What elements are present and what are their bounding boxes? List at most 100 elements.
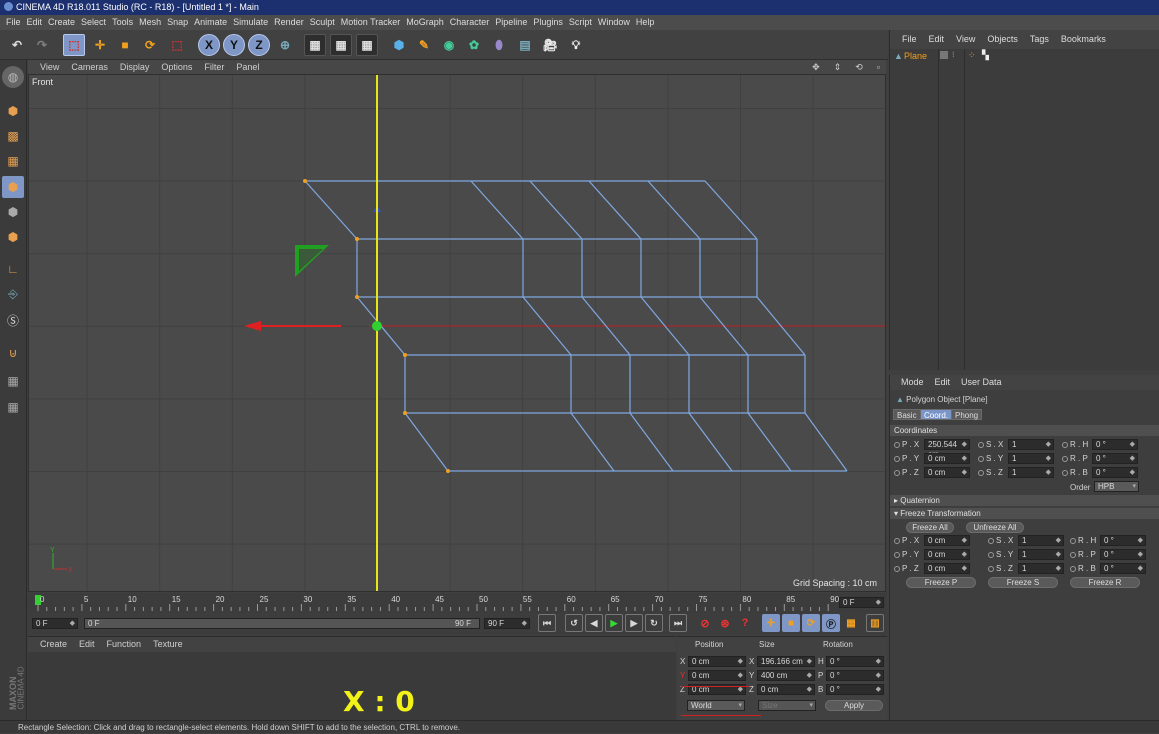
key-rotation-button[interactable]: ⟳ <box>802 614 820 632</box>
rotation-field[interactable]: 0 ° ◆ <box>826 656 884 667</box>
position-field[interactable]: 0 cm ◆ <box>688 670 746 681</box>
r-value-field[interactable]: 0 ° ◆ <box>1100 549 1146 560</box>
timeline-ruler[interactable]: 0 5 10 15 20 25 30 35 40 45 50 55 60 65 70 75 80 85 90 0 F… <box>28 593 886 613</box>
tab-coord[interactable]: Coord. <box>920 409 953 420</box>
rotation-field[interactable]: 0 ° ◆ <box>826 670 884 681</box>
coordinate-system-dropdown[interactable]: World ▾ <box>687 700 745 711</box>
s-value-field[interactable]: 1 ◆ <box>1008 453 1054 464</box>
freeze-all-button[interactable]: Freeze All <box>906 522 954 533</box>
apply-button[interactable]: Apply <box>825 700 883 711</box>
render-view-button[interactable]: ▦ <box>304 34 326 56</box>
go-to-end-button[interactable]: ⏭︎ <box>669 614 687 632</box>
key-parameter-button[interactable]: Ⓟ <box>822 614 840 632</box>
go-to-start-button[interactable]: ⏮︎ <box>538 614 556 632</box>
tab-phong[interactable]: Phong <box>951 409 983 420</box>
x-axis-lock-button[interactable]: X <box>198 34 220 56</box>
menu-snap[interactable]: Snap <box>167 17 188 27</box>
record-button[interactable]: ⊘ <box>696 614 714 632</box>
viewport-menu-options[interactable]: Options <box>161 62 192 72</box>
rotate-tool-button[interactable]: ⟳ <box>139 34 161 56</box>
freeze-transformation-header[interactable]: ▾ Freeze Transformation <box>890 508 1159 519</box>
freeze-p-button[interactable]: Freeze P <box>906 577 976 588</box>
snap-button[interactable]: ⊍ <box>2 342 24 364</box>
menu-create[interactable]: Create <box>48 17 75 27</box>
key-scale-button[interactable]: ■ <box>782 614 800 632</box>
planar-workplane-button[interactable]: ▦ <box>2 396 24 418</box>
menu-file[interactable]: File <box>6 17 21 27</box>
visibility-toggle[interactable] <box>940 51 948 59</box>
unfreeze-all-button[interactable]: Unfreeze All <box>966 522 1024 533</box>
p-value-field[interactable]: 0 cm ◆ <box>924 549 970 560</box>
end-frame-field[interactable]: 0 F ◆ <box>839 597 884 608</box>
menu-mograph[interactable]: MoGraph <box>406 17 444 27</box>
size-mode-dropdown[interactable]: Size ▾ <box>758 700 816 711</box>
menu-select[interactable]: Select <box>81 17 106 27</box>
workplane-lock-button[interactable]: ▦ <box>2 370 24 392</box>
current-frame-field[interactable]: 0 F ◆ <box>32 618 78 629</box>
viewport-menu-display[interactable]: Display <box>120 62 150 72</box>
menu-tools[interactable]: Tools <box>112 17 133 27</box>
s-value-field[interactable]: 1 ◆ <box>1018 563 1064 574</box>
edges-mode-button[interactable]: ⬢ <box>2 201 24 223</box>
orbit-icon[interactable]: ⟲ <box>855 62 865 72</box>
freeze-r-button[interactable]: Freeze R <box>1070 577 1140 588</box>
add-light-button[interactable]: 💡︎ <box>565 34 587 56</box>
material-menu-texture[interactable]: Texture <box>153 639 183 649</box>
r-value-field[interactable]: 0 ° ◆ <box>1092 467 1138 478</box>
viewport-menu-filter[interactable]: Filter <box>204 62 224 72</box>
s-value-field[interactable]: 1 ◆ <box>1018 549 1064 560</box>
maximize-icon[interactable]: ▫ <box>877 62 882 72</box>
preview-range-slider[interactable]: 0 F 90 F <box>84 618 480 629</box>
p-value-field[interactable]: 0 cm ◆ <box>924 467 970 478</box>
add-deformer-button[interactable]: ⬮ <box>488 34 510 56</box>
viewport-menu-panel[interactable]: Panel <box>236 62 259 72</box>
object-menu-edit[interactable]: Edit <box>929 34 945 44</box>
menu-window[interactable]: Window <box>598 17 630 27</box>
p-value-field[interactable]: 250.544 cm◆ <box>924 439 970 459</box>
move-tool-button[interactable]: ✛ <box>89 34 111 56</box>
pan-icon[interactable]: ✥ <box>812 62 822 72</box>
polygons-mode-button[interactable]: ⬢ <box>2 226 24 248</box>
object-menu-bookmarks[interactable]: Bookmarks <box>1061 34 1106 44</box>
rotation-order-dropdown[interactable]: HPB ▾ <box>1094 481 1139 492</box>
key-pla-button[interactable]: ▦ <box>842 614 860 632</box>
position-field[interactable]: 0 cm ◆ <box>688 656 746 667</box>
front-viewport[interactable]: Front Y X Grid Spacing: 10 cm <box>28 74 886 592</box>
render-picture-viewer-button[interactable]: ▦ <box>330 34 352 56</box>
enable-toggle[interactable]: ⁝ <box>952 50 955 59</box>
z-axis-lock-button[interactable]: Z <box>248 34 270 56</box>
object-menu-objects[interactable]: Objects <box>987 34 1018 44</box>
menu-character[interactable]: Character <box>450 17 490 27</box>
r-value-field[interactable]: 0 ° ◆ <box>1100 563 1146 574</box>
previous-frame-button[interactable]: ◀ <box>585 614 603 632</box>
points-mode-button[interactable]: ⬢ <box>2 176 24 198</box>
y-axis-lock-button[interactable]: Y <box>223 34 245 56</box>
add-spline-button[interactable]: ✎ <box>413 34 435 56</box>
viewport-menu-cameras[interactable]: Cameras <box>71 62 108 72</box>
menu-render[interactable]: Render <box>274 17 304 27</box>
x-axis-arrow-icon[interactable] <box>244 321 261 331</box>
timeline-menu-button[interactable]: ▥ <box>866 614 884 632</box>
play-button[interactable]: ▶ <box>605 614 623 632</box>
texture-tag-icon[interactable]: ▚ <box>982 50 989 61</box>
previous-key-button[interactable]: ↺ <box>565 614 583 632</box>
undo-button[interactable]: ↶ <box>6 34 28 56</box>
scale-tool-button[interactable]: ■ <box>114 34 136 56</box>
add-nurbs-button[interactable]: ◉ <box>438 34 460 56</box>
model-mode-button[interactable]: ⬢ <box>2 100 24 122</box>
next-frame-button[interactable]: ▶ <box>625 614 643 632</box>
workplane-mode-button[interactable]: ▦ <box>2 150 24 172</box>
redo-button[interactable]: ↷ <box>31 34 53 56</box>
max-frame-field[interactable]: 90 F ◆ <box>484 618 530 629</box>
menu-plugins[interactable]: Plugins <box>533 17 563 27</box>
size-field[interactable]: 0 cm ◆ <box>757 684 815 695</box>
s-value-field[interactable]: 1 ◆ <box>1018 535 1064 546</box>
material-menu-create[interactable]: Create <box>40 639 67 649</box>
menu-sculpt[interactable]: Sculpt <box>310 17 335 27</box>
menu-script[interactable]: Script <box>569 17 592 27</box>
add-array-button[interactable]: ✿ <box>463 34 485 56</box>
axis-origin-handle[interactable] <box>372 321 382 331</box>
menu-pipeline[interactable]: Pipeline <box>495 17 527 27</box>
s-value-field[interactable]: 1 ◆ <box>1008 467 1054 478</box>
quaternion-section-header[interactable]: ▸ Quaternion <box>890 495 1159 506</box>
